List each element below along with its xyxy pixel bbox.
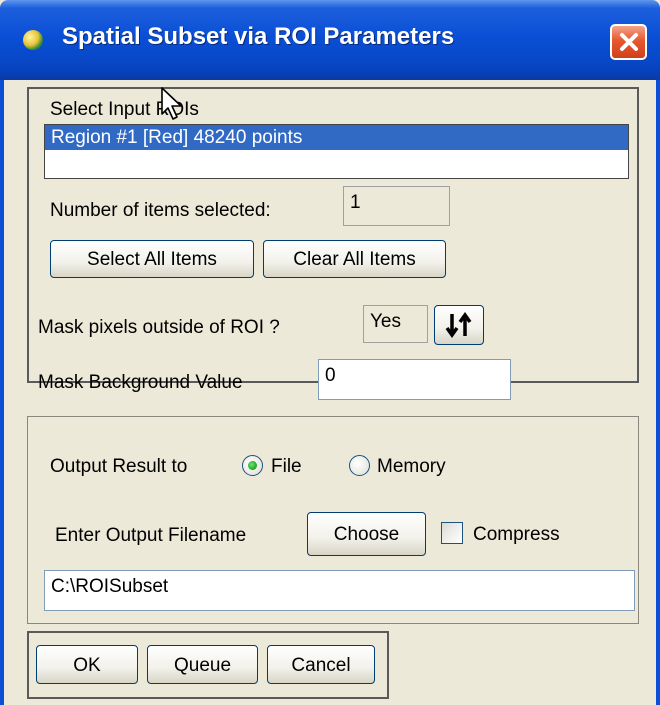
output-filename-input[interactable]: C:\ROISubset <box>44 570 635 611</box>
close-icon <box>620 33 638 51</box>
queue-button[interactable]: Queue <box>147 645 258 684</box>
mask-pixels-label: Mask pixels outside of ROI ? <box>38 317 280 338</box>
mask-toggle-button[interactable] <box>434 305 484 345</box>
mouse-pointer-icon <box>161 87 182 120</box>
window-title: Spatial Subset via ROI Parameters <box>62 23 455 50</box>
file-radio-label[interactable]: File <box>271 456 302 478</box>
choose-button[interactable]: Choose <box>307 512 426 556</box>
app-globe-icon <box>23 30 43 50</box>
mask-background-input[interactable]: 0 <box>318 359 511 400</box>
memory-radio[interactable] <box>349 455 370 476</box>
title-bar[interactable]: Spatial Subset via ROI Parameters <box>0 0 660 80</box>
items-selected-label: Number of items selected: <box>50 200 271 221</box>
roi-listbox[interactable]: Region #1 [Red] 48240 points <box>44 124 629 179</box>
mask-pixels-value: Yes <box>363 305 428 343</box>
swap-arrows-icon <box>445 312 472 338</box>
close-button[interactable] <box>610 24 647 60</box>
dialog-window: Spatial Subset via ROI Parameters Select… <box>0 0 660 705</box>
radio-selected-dot <box>248 461 257 470</box>
cancel-button[interactable]: Cancel <box>267 645 375 684</box>
memory-radio-label[interactable]: Memory <box>377 456 446 478</box>
output-filename-label: Enter Output Filename <box>55 525 247 546</box>
window-border-right <box>656 80 660 705</box>
compress-label[interactable]: Compress <box>473 524 560 546</box>
window-border-left <box>0 80 4 705</box>
mask-background-label: Mask Background Value <box>38 372 243 393</box>
compress-checkbox[interactable] <box>441 522 463 544</box>
file-radio[interactable] <box>242 455 263 476</box>
select-all-items-button[interactable]: Select All Items <box>50 240 254 278</box>
list-item[interactable]: Region #1 [Red] 48240 points <box>45 125 628 150</box>
items-selected-count: 1 <box>343 186 450 226</box>
output-result-label: Output Result to <box>50 456 188 477</box>
clear-all-items-button[interactable]: Clear All Items <box>263 240 446 278</box>
ok-button[interactable]: OK <box>36 645 138 684</box>
